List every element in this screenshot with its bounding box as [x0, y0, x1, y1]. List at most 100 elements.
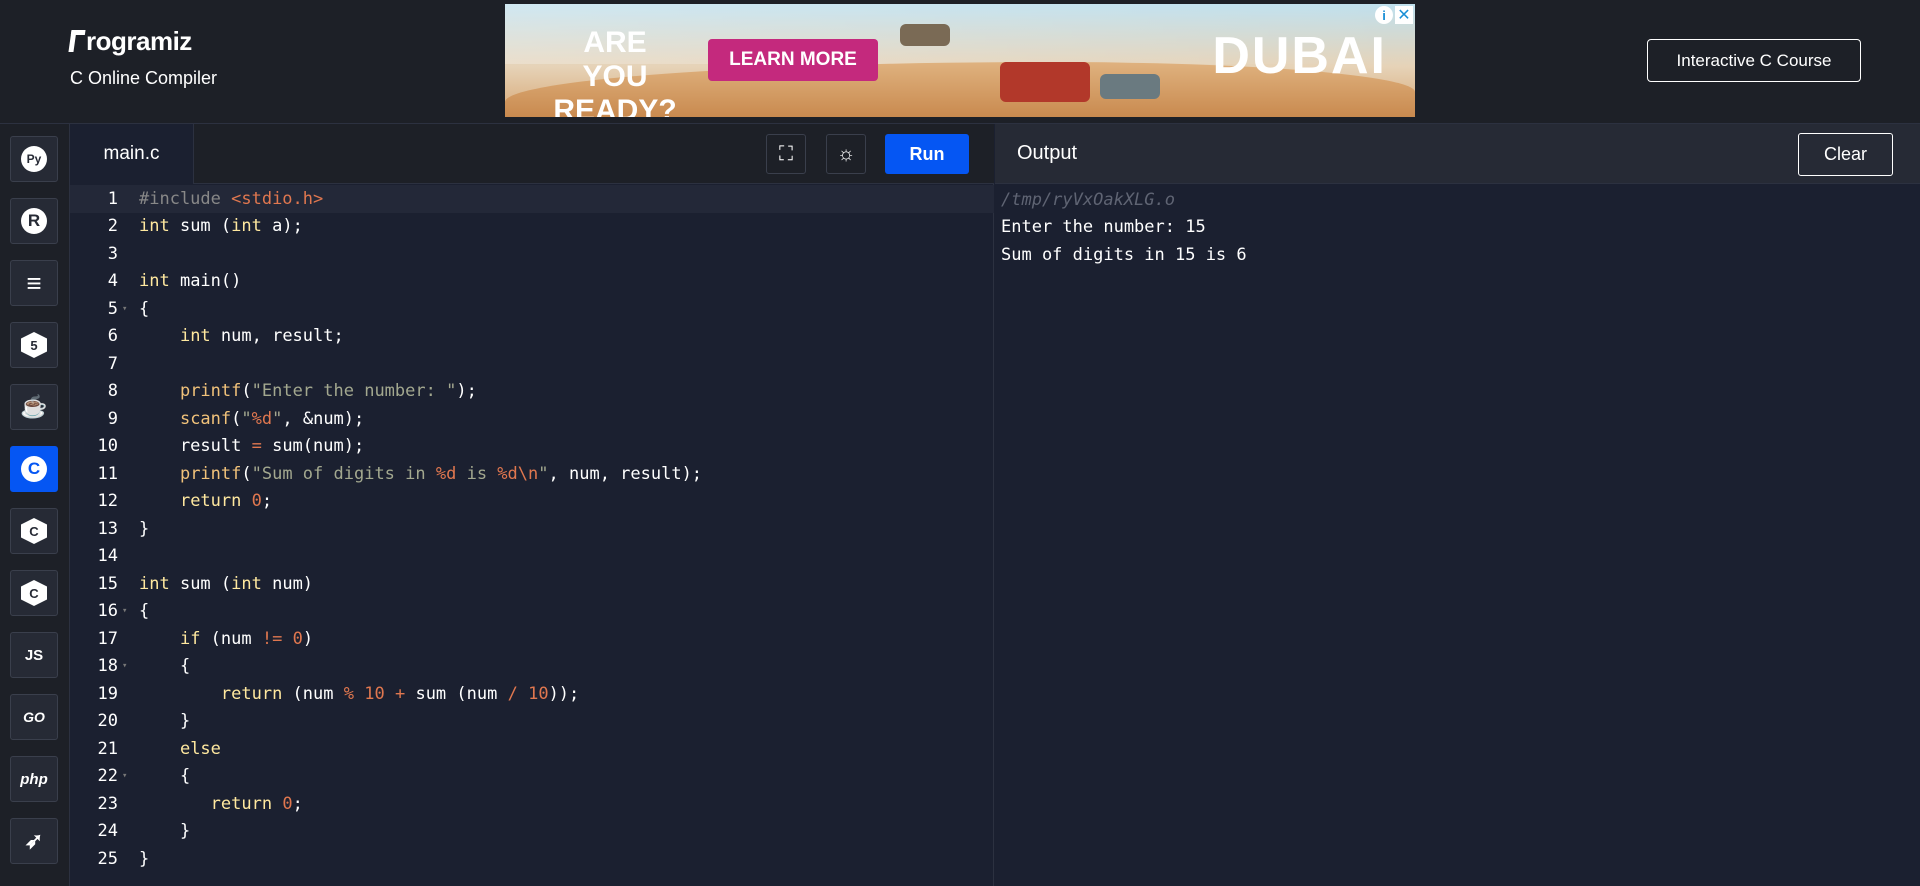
advertisement-banner[interactable]: ARE YOU READY? LEARN MORE DUBAI i ✕ — [505, 4, 1415, 117]
output-line: /tmp/ryVxOakXLG.o — [1001, 189, 1175, 210]
code-text: #include <stdio.h> — [139, 188, 324, 209]
code-line[interactable]: 24 } — [70, 818, 994, 846]
output-line: Enter the number: 15 — [1001, 217, 1206, 238]
programiz-logo[interactable]: rogramiz — [68, 26, 192, 57]
code-line[interactable]: 18 ▾ { — [70, 653, 994, 681]
fold-arrow-icon[interactable]: ▾ — [122, 606, 127, 616]
code-line[interactable]: 15 int sum (int num) — [70, 570, 994, 598]
line-number: 4 — [107, 271, 118, 292]
code-line[interactable]: 4 int main() — [70, 268, 994, 296]
code-line[interactable]: 12 return 0; — [70, 488, 994, 516]
code-line[interactable]: 16 ▾ { — [70, 598, 994, 626]
code-text: int main() — [139, 271, 242, 292]
page-subtitle: C Online Compiler — [70, 68, 218, 88]
code-text: else — [179, 738, 221, 759]
csharp-glyph: C — [21, 580, 47, 606]
code-line[interactable]: 10 result = sum(num); — [70, 433, 994, 461]
theme-toggle-icon[interactable]: ☼ — [826, 134, 866, 174]
code-line[interactable]: 11 printf("Sum of digits in %d is %d\n",… — [70, 460, 994, 488]
code-text: } — [139, 848, 150, 869]
interactive-course-button[interactable]: Interactive C Course — [1647, 39, 1861, 82]
code-line[interactable]: 2 int sum (int a); — [70, 213, 994, 241]
tab-main-c[interactable]: main.c — [70, 124, 194, 184]
code-line[interactable]: 3 — [70, 240, 994, 268]
code-line[interactable]: 6 int num, result; — [70, 323, 994, 351]
line-number: 22 — [97, 766, 118, 787]
code-area[interactable]: 1 #include <stdio.h> 2 int sum (int a); 3 4 in… — [70, 184, 994, 886]
output-console[interactable]: /tmp/ryVxOakXLG.o Enter the number: 15 S… — [1001, 186, 1247, 269]
ad-info-icon[interactable]: i — [1375, 6, 1393, 24]
clear-button[interactable]: Clear — [1798, 133, 1893, 176]
line-number: 14 — [97, 546, 118, 567]
line-number: 24 — [97, 821, 118, 842]
code-line[interactable]: 21 else — [70, 735, 994, 763]
run-button[interactable]: Run — [885, 134, 969, 174]
ad-close-icon[interactable]: ✕ — [1395, 6, 1413, 24]
code-text: if (num != 0) — [179, 628, 314, 649]
code-line[interactable]: 23 return 0; — [70, 790, 994, 818]
code-line[interactable]: 5 ▾ { — [70, 295, 994, 323]
code-line[interactable]: 25} — [70, 845, 994, 873]
code-text: int sum (int a); — [139, 216, 303, 237]
swift-icon[interactable]: ➶ — [10, 818, 58, 864]
code-line[interactable]: 8 printf("Enter the number: "); — [70, 378, 994, 406]
code-text: } — [139, 711, 191, 732]
code-line[interactable]: 14 — [70, 543, 994, 571]
line-number: 9 — [107, 408, 118, 429]
js-glyph: JS — [24, 646, 44, 664]
code-text: { — [139, 601, 150, 622]
line-number: 3 — [107, 243, 118, 264]
language-sidebar: Py R ≡ 5 ☕ C C C JS GO php ➶ — [0, 124, 70, 886]
line-number: 1 — [107, 188, 118, 209]
swift-glyph: ➶ — [24, 828, 44, 853]
code-text: scanf("%d", &num); — [179, 408, 365, 429]
fold-arrow-icon[interactable]: ▾ — [122, 661, 127, 671]
php-glyph: php — [20, 770, 48, 788]
code-text: return (num % 10 + sum (num / 10)); — [220, 683, 580, 704]
ad-headline: ARE YOU READY? — [553, 26, 677, 117]
code-line[interactable]: 1 #include <stdio.h> — [70, 185, 994, 213]
python-icon[interactable]: Py — [10, 136, 58, 182]
fold-arrow-icon[interactable]: ▾ — [122, 304, 127, 314]
java-glyph: ☕ — [20, 394, 48, 419]
logo-text: rogramiz — [86, 26, 192, 56]
header: rogramiz C Online Compiler ARE YOU READY… — [0, 0, 1920, 124]
code-text: printf("Enter the number: "); — [179, 381, 477, 402]
javascript-icon[interactable]: JS — [10, 632, 58, 678]
cpp-icon[interactable]: C — [10, 508, 58, 554]
code-line[interactable]: 13} — [70, 515, 994, 543]
sql-database-icon[interactable]: ≡ — [10, 260, 58, 306]
line-number: 2 — [107, 216, 118, 237]
fullscreen-icon[interactable]: ⛶ — [766, 134, 806, 174]
code-line[interactable]: 20 } — [70, 708, 994, 736]
code-line[interactable]: 9 scanf("%d", &num); — [70, 405, 994, 433]
line-number: 7 — [107, 353, 118, 374]
ad-atv-image — [1100, 74, 1160, 99]
line-number: 23 — [97, 793, 118, 814]
line-number: 11 — [97, 463, 118, 484]
code-text: } — [139, 821, 191, 842]
php-icon[interactable]: php — [10, 756, 58, 802]
ad-learn-more-button[interactable]: LEARN MORE — [708, 39, 878, 81]
c-language-icon[interactable]: C — [10, 446, 58, 492]
go-glyph: GO — [23, 709, 45, 725]
code-text: int num, result; — [179, 326, 344, 347]
fold-arrow-icon[interactable]: ▾ — [122, 771, 127, 781]
code-line[interactable]: 17 if (num != 0) — [70, 625, 994, 653]
code-text: } — [139, 518, 150, 539]
line-number: 16 — [97, 601, 118, 622]
line-number: 12 — [97, 491, 118, 512]
line-number: 21 — [97, 738, 118, 759]
html-glyph: 5 — [21, 332, 47, 358]
r-language-icon[interactable]: R — [10, 198, 58, 244]
go-icon[interactable]: GO — [10, 694, 58, 740]
java-icon[interactable]: ☕ — [10, 384, 58, 430]
code-line[interactable]: 22 ▾ { — [70, 763, 994, 791]
line-number: 18 — [97, 656, 118, 677]
csharp-icon[interactable]: C — [10, 570, 58, 616]
html5-icon[interactable]: 5 — [10, 322, 58, 368]
line-number: 25 — [97, 848, 118, 869]
line-number: 10 — [97, 436, 118, 457]
code-line[interactable]: 19 return (num % 10 + sum (num / 10)); — [70, 680, 994, 708]
code-line[interactable]: 7 — [70, 350, 994, 378]
